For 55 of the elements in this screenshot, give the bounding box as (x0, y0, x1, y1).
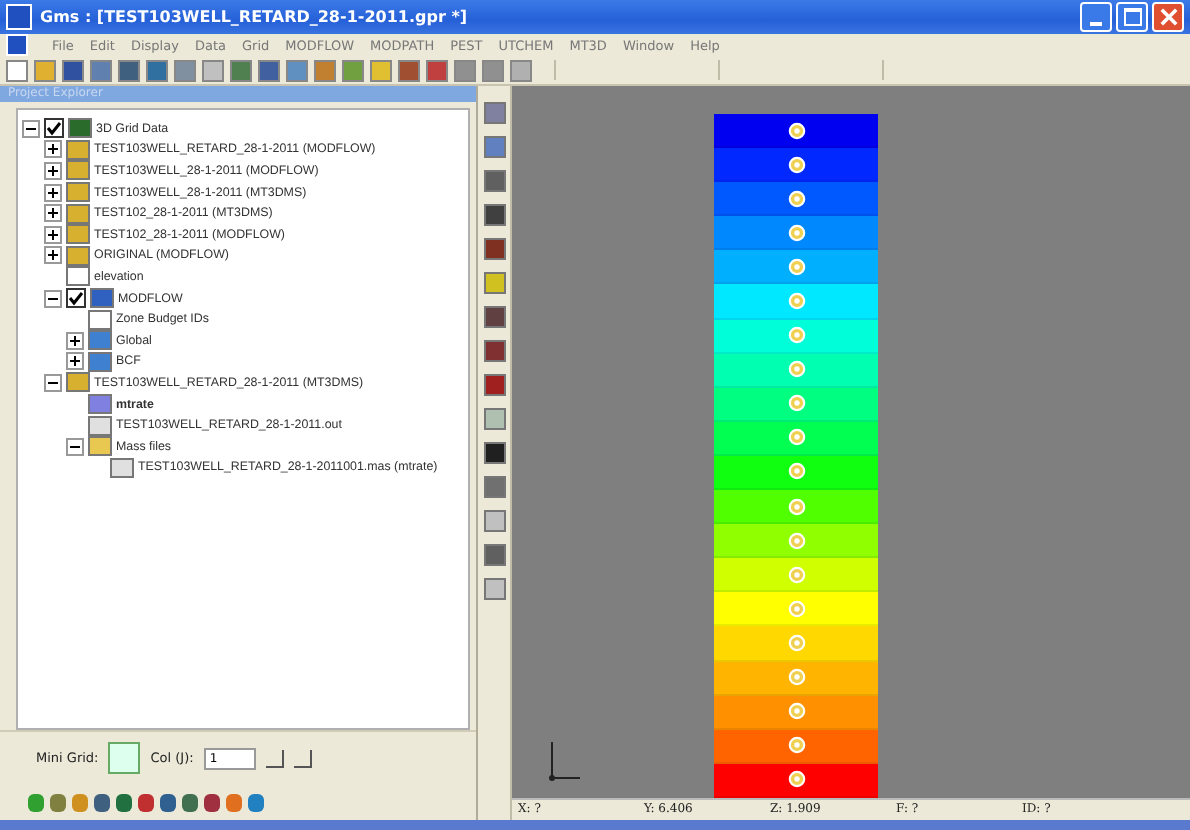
close-button[interactable] (1152, 2, 1184, 32)
expander-icon[interactable] (44, 373, 62, 392)
checkbox[interactable] (44, 118, 64, 139)
tool-icon[interactable] (483, 238, 505, 260)
document-icon[interactable] (6, 34, 28, 56)
window-title: Gms : [TEST103WELL_RETARD_28-1-2011.gpr *] (40, 8, 470, 26)
toolbar-icon[interactable] (314, 59, 336, 81)
close-icon (1159, 8, 1177, 26)
dataset-icon (88, 394, 112, 415)
toolbar-icon[interactable] (398, 59, 420, 81)
dataset-icon (88, 351, 112, 372)
toolbar-icon[interactable] (370, 59, 392, 81)
mini-grid-button[interactable] (108, 742, 141, 774)
toolbar-icon[interactable] (510, 59, 532, 81)
toolbar-icon[interactable] (286, 59, 308, 81)
dataset-icon (90, 288, 114, 309)
checkbox[interactable] (66, 288, 86, 309)
expander-icon[interactable] (44, 246, 62, 265)
expander-icon[interactable] (44, 161, 62, 180)
tool-icon[interactable] (483, 442, 505, 464)
toolbar-icon[interactable] (174, 59, 196, 81)
expander-icon[interactable] (44, 289, 62, 308)
toolbar-icon[interactable] (34, 59, 56, 81)
maximize-button[interactable] (1116, 2, 1148, 32)
tool-icon[interactable] (483, 374, 505, 396)
toolbar-icon[interactable] (6, 59, 28, 81)
toolbar-icon[interactable] (230, 59, 252, 81)
toolbar-icon[interactable] (342, 59, 364, 81)
toolbar-icon[interactable] (90, 59, 112, 81)
toolbar-icon[interactable] (482, 59, 504, 81)
toolbar-icon[interactable] (62, 59, 84, 81)
expander-icon[interactable] (44, 140, 62, 159)
expander-icon[interactable] (66, 352, 84, 371)
toolbar-icon[interactable] (202, 59, 224, 81)
minimize-button[interactable] (1080, 2, 1112, 32)
toolbar-icon[interactable] (146, 59, 168, 81)
expander-icon[interactable] (66, 437, 84, 456)
dataset-icon (66, 266, 90, 287)
dataset-icon (88, 330, 112, 351)
tool-icon[interactable] (483, 340, 505, 362)
tool-icon[interactable] (483, 204, 505, 226)
expander-icon[interactable] (22, 119, 40, 138)
dataset-icon (68, 118, 92, 139)
toolbar-icon[interactable] (426, 59, 448, 81)
expander-icon[interactable] (66, 331, 84, 350)
dataset-icon (88, 309, 112, 330)
expander-icon[interactable] (44, 204, 62, 223)
expander-icon[interactable] (44, 183, 62, 202)
app-icon (6, 4, 32, 30)
expander-icon[interactable] (44, 225, 62, 244)
tool-icon[interactable] (483, 306, 505, 328)
toolbar-icon[interactable] (118, 59, 140, 81)
toolbar-icon[interactable] (454, 59, 476, 81)
axis-triad-icon (544, 737, 584, 786)
toolbar-icon[interactable] (258, 59, 280, 81)
